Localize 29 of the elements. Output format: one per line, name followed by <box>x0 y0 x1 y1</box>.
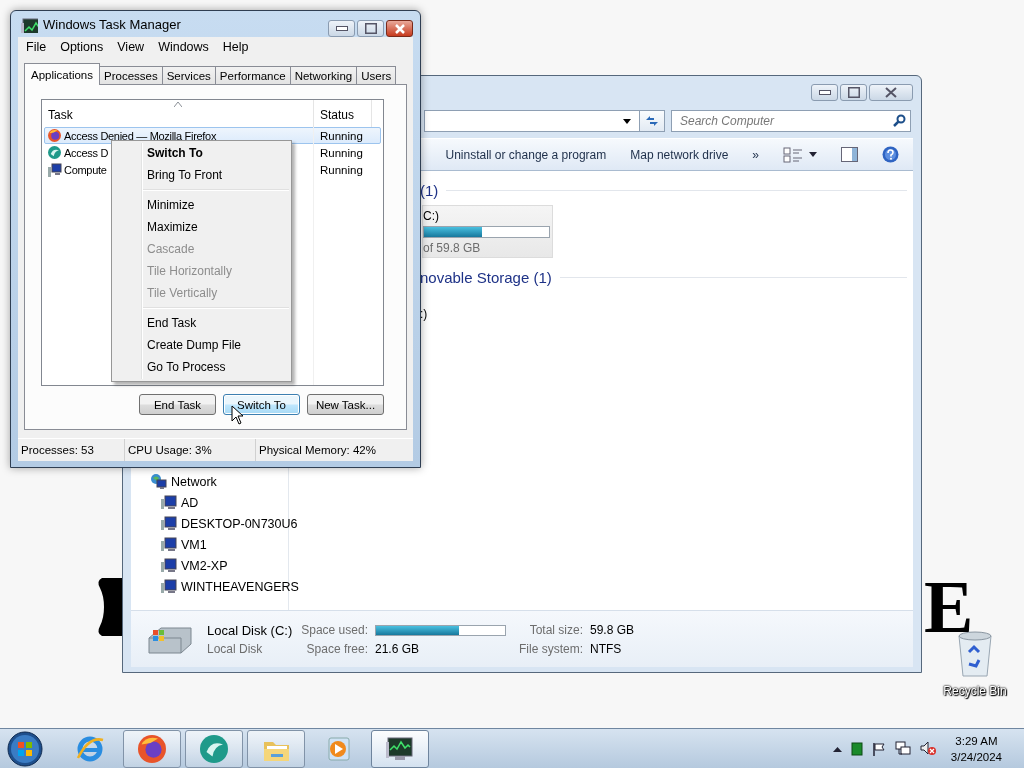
group-heading: novable Storage (1) <box>420 268 552 286</box>
field-label: Total size: <box>528 623 583 637</box>
status-text: Processes: 53 <box>21 444 94 456</box>
drive-name: Local Disk (C:) <box>207 622 293 638</box>
field-value: NTFS <box>590 641 623 656</box>
task-name: Compute <box>64 163 107 176</box>
field-value: 21.6 GB <box>374 641 420 656</box>
menu-item: Tile Vertically <box>146 285 219 302</box>
clock-time: 3:29 AM <box>955 733 998 749</box>
task-status: Running <box>319 146 363 159</box>
task-name: Access Denied — Mozilla Firefox <box>64 129 217 142</box>
clock-date: 3/24/2024 <box>950 749 1002 765</box>
drive-name: C:) <box>423 209 440 225</box>
drive-size: of 59.8 GB <box>423 241 482 255</box>
status-text: Physical Memory: 42% <box>259 444 376 456</box>
task-status: Running <box>319 129 363 142</box>
drive-type: Local Disk <box>207 641 264 656</box>
field-label: Space free: <box>305 641 368 656</box>
field-value: 59.8 GB <box>590 623 634 637</box>
field-label: Space used: <box>301 623 368 637</box>
wallpaper-letter: E <box>924 570 974 644</box>
status-text: CPU Usage: 3% <box>128 444 212 456</box>
menu-item: Tile Horizontally <box>146 263 233 280</box>
group-heading: (1) <box>420 181 439 199</box>
task-status: Running <box>319 163 363 176</box>
menu-item: Cascade <box>146 241 196 258</box>
field-label: File system: <box>517 641 583 656</box>
task-name: Access D <box>64 146 109 159</box>
window-title: Windows Task Manager <box>43 16 182 32</box>
